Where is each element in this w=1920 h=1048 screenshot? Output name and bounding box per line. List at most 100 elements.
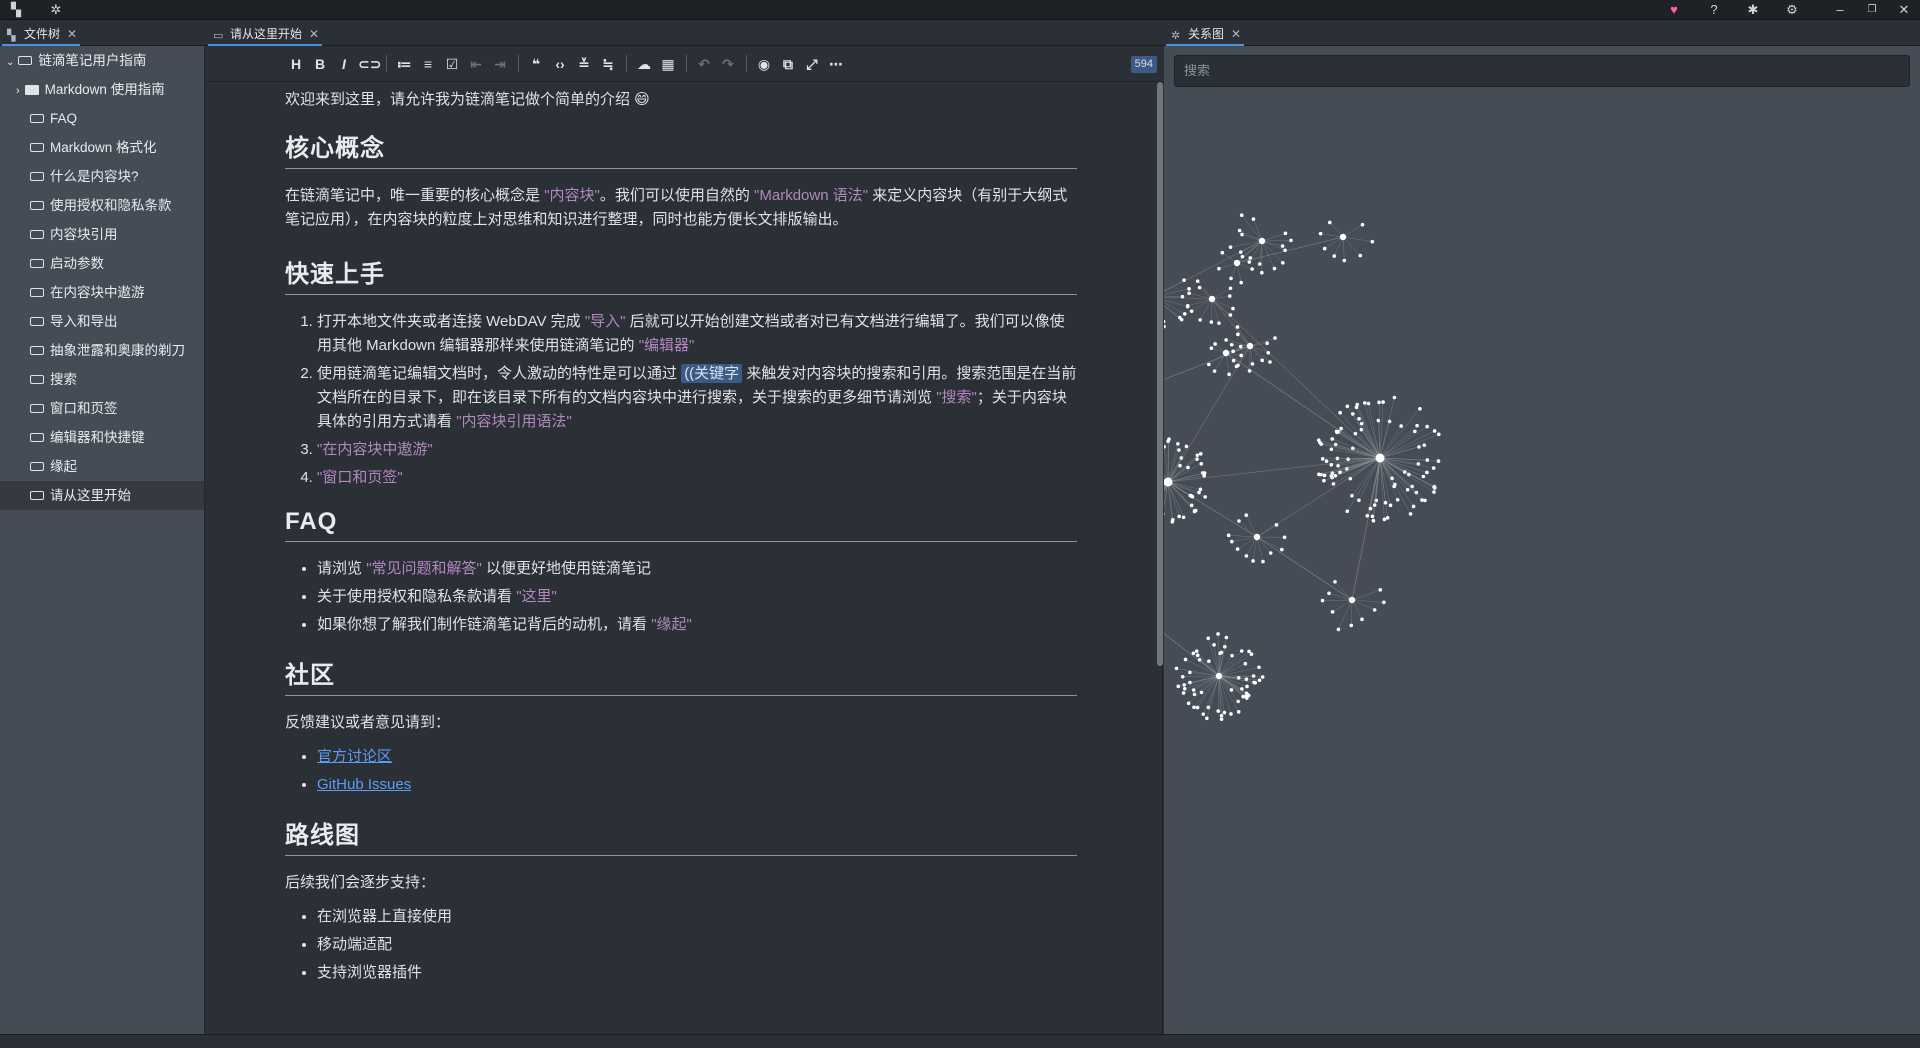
clear-format-icon[interactable]: ≒: [598, 54, 618, 74]
graph-node[interactable]: [1265, 341, 1269, 346]
graph-node[interactable]: [1317, 472, 1321, 477]
graph-node[interactable]: [1228, 245, 1233, 249]
graph-node[interactable]: [1335, 456, 1340, 461]
graph-node[interactable]: [1322, 478, 1326, 483]
sidebar-item[interactable]: FAQ: [0, 104, 204, 133]
graph-node[interactable]: [1217, 321, 1221, 325]
graph-node[interactable]: [1184, 444, 1189, 449]
graph-node[interactable]: [1197, 657, 1202, 662]
graph-node[interactable]: [1180, 294, 1185, 299]
sidebar-item[interactable]: 在内容块中遨游: [0, 278, 204, 307]
minimize-icon[interactable]: –: [1832, 2, 1848, 18]
graph-node[interactable]: [1176, 441, 1180, 446]
bug-icon[interactable]: ✱: [1745, 2, 1761, 18]
graph-node[interactable]: [1192, 692, 1197, 697]
settings-icon[interactable]: ⚙: [1784, 2, 1800, 18]
graph-node[interactable]: [1230, 653, 1234, 658]
graph-node[interactable]: [1358, 253, 1363, 258]
graph-node[interactable]: [1197, 490, 1201, 495]
sidebar-item[interactable]: 窗口和页签: [0, 394, 204, 423]
graph-node[interactable]: [1209, 320, 1214, 324]
graph-node[interactable]: [1351, 412, 1355, 416]
graph-node[interactable]: [1250, 267, 1254, 271]
graph-node[interactable]: [1244, 513, 1249, 517]
graph-node[interactable]: [1228, 286, 1233, 291]
graph-node[interactable]: [1345, 404, 1350, 409]
graph-node[interactable]: [1247, 649, 1251, 654]
graph-node[interactable]: [1432, 484, 1437, 489]
graph-node[interactable]: [1219, 717, 1224, 721]
graph-node[interactable]: [1239, 213, 1244, 217]
graph-node[interactable]: [1425, 424, 1429, 429]
graph-node[interactable]: [1370, 239, 1375, 244]
sidebar-item[interactable]: 抽象泄露和奥康的剃刀: [0, 336, 204, 365]
graph-node[interactable]: [1217, 266, 1221, 271]
graph-node[interactable]: [1280, 244, 1285, 248]
graph-node[interactable]: [1272, 266, 1277, 271]
sidebar-item[interactable]: 使用授权和隐私条款: [0, 191, 204, 220]
graph-node[interactable]: [1408, 512, 1413, 516]
graph-node[interactable]: [1382, 517, 1387, 522]
graph-node[interactable]: [1176, 684, 1181, 689]
graph-node[interactable]: [1339, 233, 1347, 241]
graph-node[interactable]: [1195, 279, 1200, 283]
graph-node[interactable]: [1249, 652, 1254, 656]
block-ref[interactable]: "这里": [516, 588, 557, 605]
graph-node[interactable]: [1233, 259, 1241, 267]
graph-node[interactable]: [1258, 237, 1266, 245]
graph-node[interactable]: [1261, 559, 1265, 564]
quote-icon[interactable]: ❝: [526, 54, 546, 74]
block-ref[interactable]: "缘起": [651, 616, 692, 633]
graph-node[interactable]: [1253, 533, 1261, 541]
graph-node[interactable]: [1235, 325, 1240, 329]
graph-node[interactable]: [1330, 475, 1334, 480]
graph-node[interactable]: [1329, 447, 1334, 452]
graph-node[interactable]: [1338, 410, 1342, 415]
graph-node[interactable]: [1205, 716, 1209, 721]
graph-node[interactable]: [1227, 294, 1232, 298]
graph-node[interactable]: [1186, 465, 1190, 470]
graph-node[interactable]: [1383, 500, 1388, 505]
graph-node[interactable]: [1371, 518, 1376, 523]
tree-root[interactable]: ⌄ 链滴笔记用户指南: [0, 46, 204, 75]
bold-icon[interactable]: B: [310, 54, 330, 74]
graph-node[interactable]: [1188, 493, 1193, 498]
ordered-list-icon[interactable]: ≡: [418, 54, 438, 74]
graph-node[interactable]: [1350, 493, 1354, 498]
graph-node[interactable]: [1330, 437, 1335, 441]
graph-node[interactable]: [1239, 649, 1244, 653]
graph-node[interactable]: [1320, 598, 1325, 603]
graph-node[interactable]: [1182, 312, 1187, 316]
graph-node[interactable]: [1377, 400, 1381, 405]
fullscreen-icon[interactable]: ⤢: [802, 54, 822, 74]
graph-node[interactable]: [1422, 443, 1427, 447]
code-icon[interactable]: ‹›: [550, 54, 570, 74]
block-ref[interactable]: "内容块引用语法": [456, 413, 572, 430]
graph-node[interactable]: [1266, 350, 1271, 355]
graph-node[interactable]: [1222, 349, 1230, 357]
graph-node[interactable]: [1220, 250, 1225, 255]
graph-node[interactable]: [1273, 336, 1277, 340]
sidebar-item[interactable]: Markdown 格式化: [0, 133, 204, 162]
chevron-down-icon[interactable]: ⌄: [6, 57, 14, 68]
graph-node[interactable]: [1187, 291, 1191, 296]
graph-node[interactable]: [1388, 503, 1393, 508]
graph-node[interactable]: [1392, 395, 1397, 400]
graph-node[interactable]: [1268, 551, 1273, 555]
relationship-graph[interactable]: [1164, 46, 1920, 1034]
graph-node[interactable]: [1244, 677, 1249, 681]
graph-node[interactable]: [1212, 643, 1216, 647]
graph-node[interactable]: [1399, 424, 1403, 428]
graph-node[interactable]: [1207, 362, 1211, 367]
sidebar-item[interactable]: 导入和导出: [0, 307, 204, 336]
graph-node[interactable]: [1251, 674, 1256, 678]
graph-node[interactable]: [1251, 217, 1256, 221]
sidebar-item[interactable]: 内容块引用: [0, 220, 204, 249]
graph-node[interactable]: [1336, 463, 1340, 468]
graph-node[interactable]: [1333, 580, 1337, 584]
graph-node[interactable]: [1334, 429, 1339, 434]
graph-node[interactable]: [1280, 547, 1284, 552]
close-window-icon[interactable]: ✕: [1896, 2, 1912, 18]
sidebar-item[interactable]: 缘起: [0, 452, 204, 481]
graph-node[interactable]: [1178, 463, 1182, 468]
